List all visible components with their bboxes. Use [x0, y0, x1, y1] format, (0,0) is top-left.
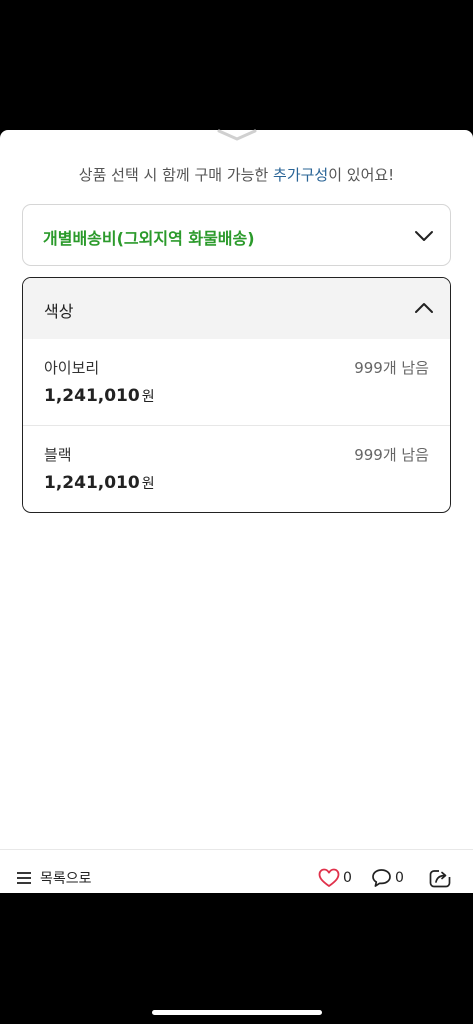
- option-name: 블랙: [44, 446, 72, 464]
- option-price: 1,241,010 원: [44, 386, 155, 406]
- option-name: 아이보리: [44, 359, 100, 377]
- chevron-up-icon: [415, 303, 433, 313]
- menu-icon: [17, 872, 31, 884]
- option-price-value: 1,241,010: [44, 386, 140, 406]
- bottom-divider: [0, 849, 473, 850]
- option-price-value: 1,241,010: [44, 473, 140, 493]
- share-icon[interactable]: [429, 868, 451, 888]
- home-indicator[interactable]: [152, 1010, 322, 1015]
- sheet-handle-chevron-icon[interactable]: [216, 128, 258, 142]
- notice-accent: 추가구성: [273, 166, 329, 184]
- color-select-header[interactable]: 색상: [23, 278, 450, 339]
- option-stock: 999개 남음: [354, 359, 429, 377]
- bottom-action-bar: 목록으로 0 0: [0, 856, 473, 900]
- option-price: 1,241,010 원: [44, 473, 155, 493]
- chevron-down-icon: [415, 231, 433, 241]
- heart-icon: [318, 868, 340, 887]
- option-price-unit: 원: [141, 476, 155, 492]
- speech-bubble-icon: [372, 869, 391, 887]
- notice-suffix: 이 있어요!: [328, 166, 395, 184]
- notice-prefix: 상품 선택 시 함께 구매 가능한: [78, 166, 274, 184]
- back-to-list-button[interactable]: 목록으로: [16, 868, 92, 888]
- option-stock: 999개 남음: [354, 446, 429, 464]
- like-button[interactable]: 0: [318, 868, 352, 888]
- color-option-black[interactable]: 블랙 999개 남음 1,241,010 원: [23, 426, 450, 512]
- comment-count: 0: [395, 870, 404, 886]
- like-count: 0: [343, 870, 352, 886]
- color-select: 색상 아이보리 999개 남음 1,241,010 원 블랙 999개 남음 1,…: [22, 277, 451, 513]
- shipping-label: 개별배송비(그외지역 화물배송): [43, 229, 255, 248]
- shipping-select[interactable]: 개별배송비(그외지역 화물배송): [22, 204, 451, 266]
- add-on-notice: 상품 선택 시 함께 구매 가능한 추가구성이 있어요!: [0, 164, 473, 185]
- back-to-list-label: 목록으로: [40, 871, 92, 887]
- comment-button[interactable]: 0: [371, 868, 404, 888]
- option-price-unit: 원: [141, 389, 155, 405]
- color-title: 색상: [44, 302, 74, 321]
- color-option-ivory[interactable]: 아이보리 999개 남음 1,241,010 원: [23, 339, 450, 426]
